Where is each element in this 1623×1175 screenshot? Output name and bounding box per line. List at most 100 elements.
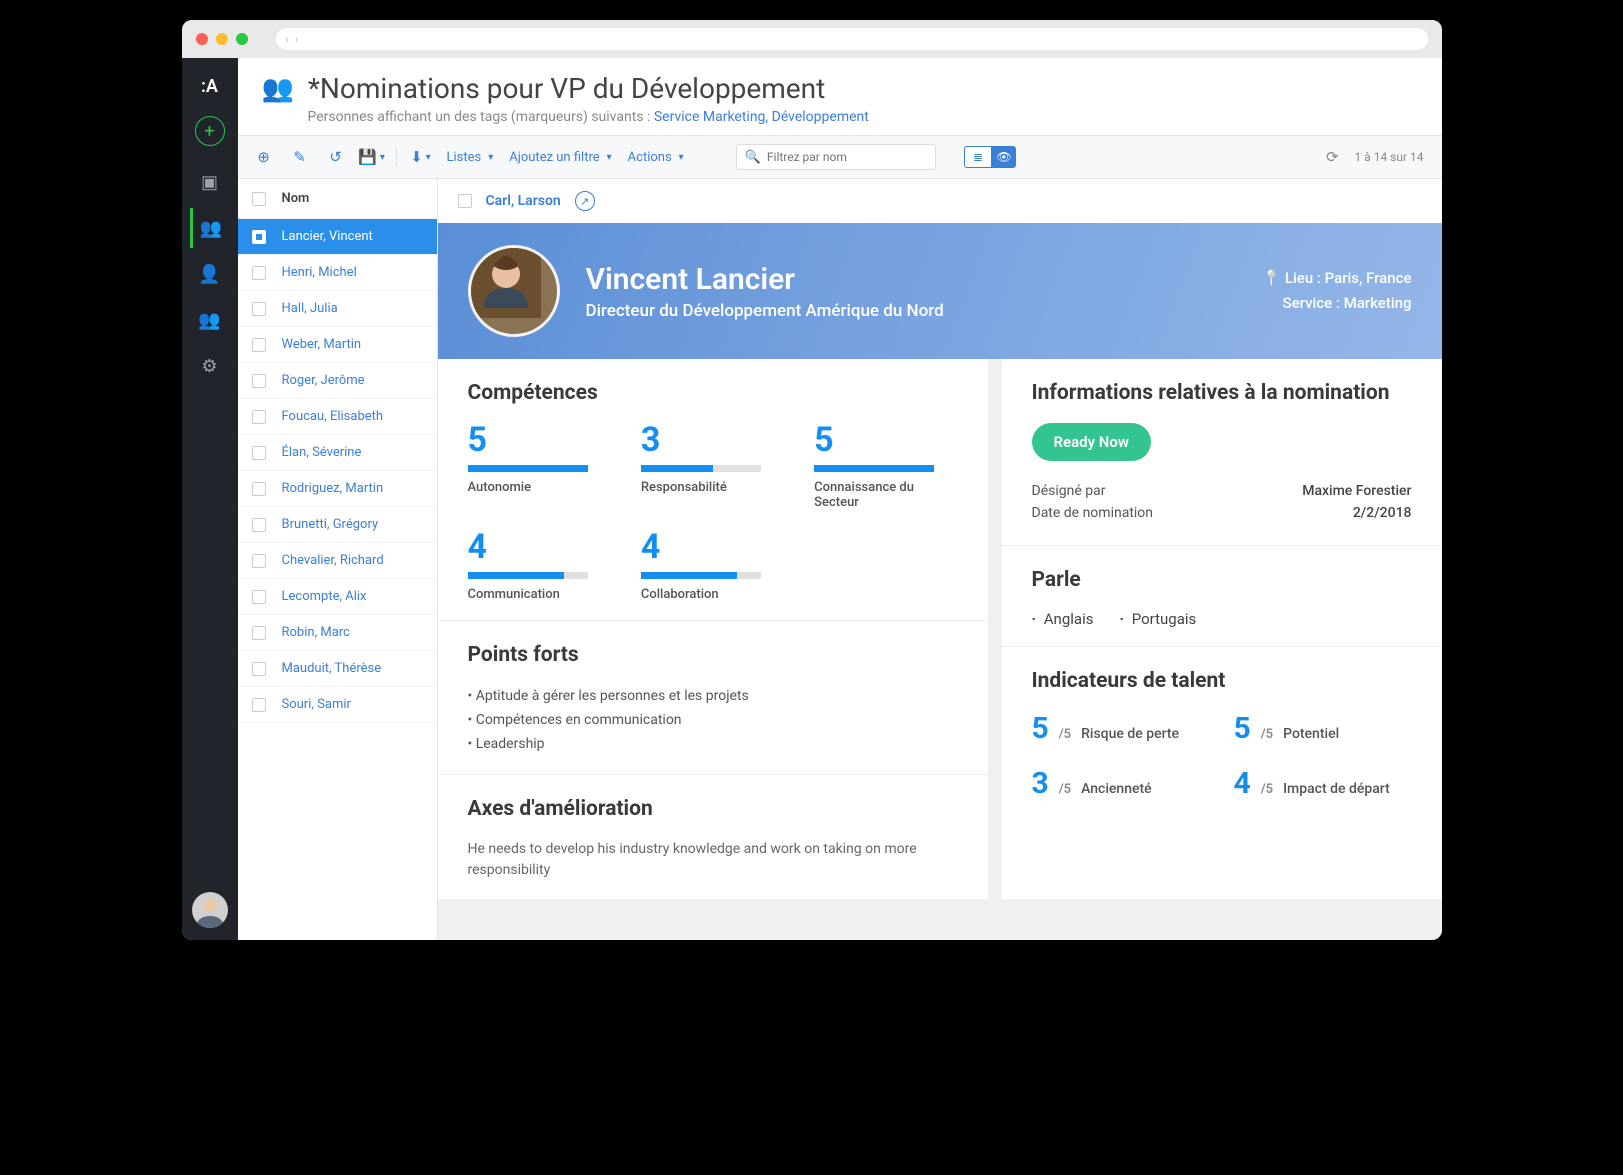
browser-urlbar[interactable]: ‹ › [276, 28, 1428, 50]
indicators-title: Indicateurs de talent [1032, 669, 1412, 693]
row-checkbox[interactable] [252, 266, 266, 280]
row-checkbox[interactable] [252, 482, 266, 496]
record-count: 1 à 14 sur 14 [1354, 150, 1423, 164]
chevron-right-icon[interactable]: › [295, 33, 298, 46]
search-box[interactable]: 🔍 [736, 144, 936, 170]
lists-dropdown[interactable]: Listes [443, 150, 498, 165]
row-name: Lecompte, Alix [282, 589, 367, 604]
row-checkbox[interactable] [252, 518, 266, 532]
prev-record-checkbox[interactable] [458, 194, 472, 208]
list-row[interactable]: Mauduit, Thérèse [238, 651, 437, 687]
list-row[interactable]: Rodriguez, Martin [238, 471, 437, 507]
improvement-title: Axes d'amélioration [468, 797, 958, 821]
list-row[interactable]: Chevalier, Richard [238, 543, 437, 579]
list-row[interactable]: Robin, Marc [238, 615, 437, 651]
current-user-avatar[interactable] [192, 892, 228, 928]
indicator-item: 3/5Ancienneté [1032, 766, 1210, 801]
list-row[interactable]: Élan, Séverine [238, 435, 437, 471]
window-maximize-icon[interactable] [236, 33, 248, 45]
row-checkbox[interactable] [252, 338, 266, 352]
list-row[interactable]: Foucau, Elisabeth [238, 399, 437, 435]
row-checkbox[interactable] [252, 230, 266, 244]
list-row[interactable]: Hall, Julia [238, 291, 437, 327]
add-filter-dropdown[interactable]: Ajoutez un filtre [505, 150, 615, 165]
add-button[interactable]: + [195, 116, 225, 146]
profile-service: Service : Marketing [1262, 291, 1411, 317]
row-checkbox[interactable] [252, 626, 266, 640]
profile-hero: Vincent Lancier Directeur du Développeme… [438, 223, 1442, 359]
skill-item: 4Communication [468, 530, 611, 602]
row-checkbox[interactable] [252, 590, 266, 604]
indicator-label: Potentiel [1283, 726, 1339, 742]
actions-dropdown[interactable]: Actions [624, 150, 688, 165]
row-checkbox[interactable] [252, 302, 266, 316]
row-checkbox[interactable] [252, 662, 266, 676]
titlebar: ‹ › [182, 20, 1442, 58]
list-row[interactable]: Souri, Samir [238, 687, 437, 723]
designated-by-value: Maxime Forestier [1302, 483, 1411, 499]
nav-person-icon[interactable]: 👤 [190, 254, 230, 294]
list-row[interactable]: Lecompte, Alix [238, 579, 437, 615]
strength-item: Compétences en communication [468, 709, 958, 733]
indicator-of: /5 [1059, 727, 1071, 742]
search-icon: 🔍 [745, 150, 761, 165]
edit-icon[interactable]: ✎ [286, 143, 314, 171]
nomination-date-label: Date de nomination [1032, 505, 1154, 521]
languages-title: Parle [1032, 568, 1412, 592]
row-name: Weber, Martin [282, 337, 362, 352]
history-icon[interactable]: ↺ [322, 143, 350, 171]
indicators-section: Indicateurs de talent 5/5Risque de perte… [1002, 646, 1442, 819]
row-name: Chevalier, Richard [282, 553, 384, 568]
refresh-icon[interactable]: ⟳ [1318, 143, 1346, 171]
improvement-section: Axes d'amélioration He needs to develop … [438, 774, 988, 899]
window-close-icon[interactable] [196, 33, 208, 45]
select-all-checkbox[interactable] [252, 192, 266, 206]
strength-item: Leadership [468, 733, 958, 757]
add-icon[interactable]: ⊕ [250, 143, 278, 171]
row-checkbox[interactable] [252, 446, 266, 460]
list-row[interactable]: Brunetti, Grégory [238, 507, 437, 543]
list-row[interactable]: Weber, Martin [238, 327, 437, 363]
page-header: 👥 *Nominations pour VP du Développement … [238, 58, 1442, 135]
row-checkbox[interactable] [252, 698, 266, 712]
indicator-label: Ancienneté [1081, 781, 1152, 797]
nomination-date-value: 2/2/2018 [1353, 505, 1412, 521]
search-input[interactable] [767, 150, 927, 164]
open-external-icon[interactable]: ↗ [575, 191, 595, 211]
skill-bar [468, 465, 588, 472]
download-icon[interactable]: ⬇ [407, 143, 435, 171]
tag-filter-link[interactable]: Service Marketing, Développement [654, 109, 869, 125]
skill-label: Communication [468, 587, 611, 602]
skill-score: 5 [468, 423, 611, 457]
nav-group-icon[interactable]: 👥 [190, 300, 230, 340]
competences-section: Compétences 5Autonomie3Responsabilité5Co… [438, 359, 988, 620]
improvement-text: He needs to develop his industry knowled… [468, 839, 958, 881]
list-row[interactable]: Roger, Jerôme [238, 363, 437, 399]
strength-item: Aptitude à gérer les personnes et les pr… [468, 685, 958, 709]
nav-people-icon[interactable]: 👥 [190, 208, 230, 248]
row-name: Mauduit, Thérèse [282, 661, 382, 676]
prev-record-name[interactable]: Carl, Larson [486, 193, 561, 209]
save-icon[interactable]: 💾 [358, 143, 386, 171]
row-name: Robin, Marc [282, 625, 350, 640]
indicator-of: /5 [1261, 782, 1273, 797]
view-list-icon[interactable]: ≣ [964, 146, 993, 168]
competences-title: Compétences [468, 381, 958, 405]
chevron-left-icon[interactable]: ‹ [286, 33, 289, 46]
people-list: Nom Lancier, VincentHenri, MichelHall, J… [238, 179, 438, 940]
indicator-label: Risque de perte [1081, 726, 1179, 742]
app-logo-icon[interactable]: :A [190, 66, 230, 106]
row-checkbox[interactable] [252, 374, 266, 388]
skill-item: 5Autonomie [468, 423, 611, 510]
list-row[interactable]: Lancier, Vincent [238, 219, 437, 255]
row-checkbox[interactable] [252, 554, 266, 568]
view-card-icon[interactable]: 👁 [992, 146, 1015, 168]
window-minimize-icon[interactable] [216, 33, 228, 45]
indicator-label: Impact de départ [1283, 781, 1390, 797]
row-checkbox[interactable] [252, 410, 266, 424]
nav-settings-icon[interactable]: ⚙ [190, 346, 230, 386]
indicator-score: 4 [1234, 766, 1251, 801]
list-row[interactable]: Henri, Michel [238, 255, 437, 291]
language-item: Anglais [1032, 610, 1094, 628]
nav-org-icon[interactable]: ▣ [190, 162, 230, 202]
